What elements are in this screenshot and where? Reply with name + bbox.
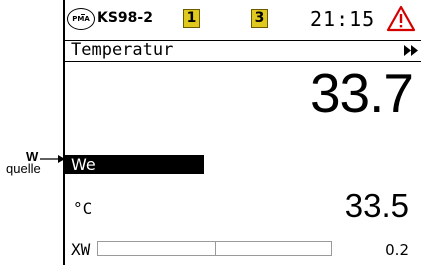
annotation-source-label: quelle [6, 161, 41, 176]
deviation-label: XW [71, 240, 91, 259]
deviation-bar-center [215, 241, 216, 256]
clock-time: 21:15 [310, 7, 376, 31]
setpoint-value: 33.5 [344, 187, 409, 224]
setpoint-source-field[interactable]: We [65, 155, 204, 174]
device-name: KS98-2 [97, 10, 153, 26]
pma-logo-icon: PMA [67, 8, 95, 30]
warning-triangle-icon[interactable] [386, 5, 416, 32]
controller-display: PMA KS98-2 1 3 21:15 Temperatur 33.7 We … [63, 0, 421, 265]
deviation-value: 0.2 [385, 241, 409, 259]
fast-forward-icon[interactable] [403, 45, 419, 56]
deviation-bar [97, 241, 332, 256]
unit-label: °C [73, 199, 93, 218]
indicator-1: 1 [183, 9, 200, 28]
indicator-3: 3 [251, 9, 268, 28]
page-title: Temperatur [71, 40, 174, 60]
status-bar: PMA KS98-2 1 3 21:15 [65, 0, 421, 40]
process-value: 33.7 [309, 62, 414, 124]
setpoint-source-annotation: W quelle [2, 148, 65, 190]
